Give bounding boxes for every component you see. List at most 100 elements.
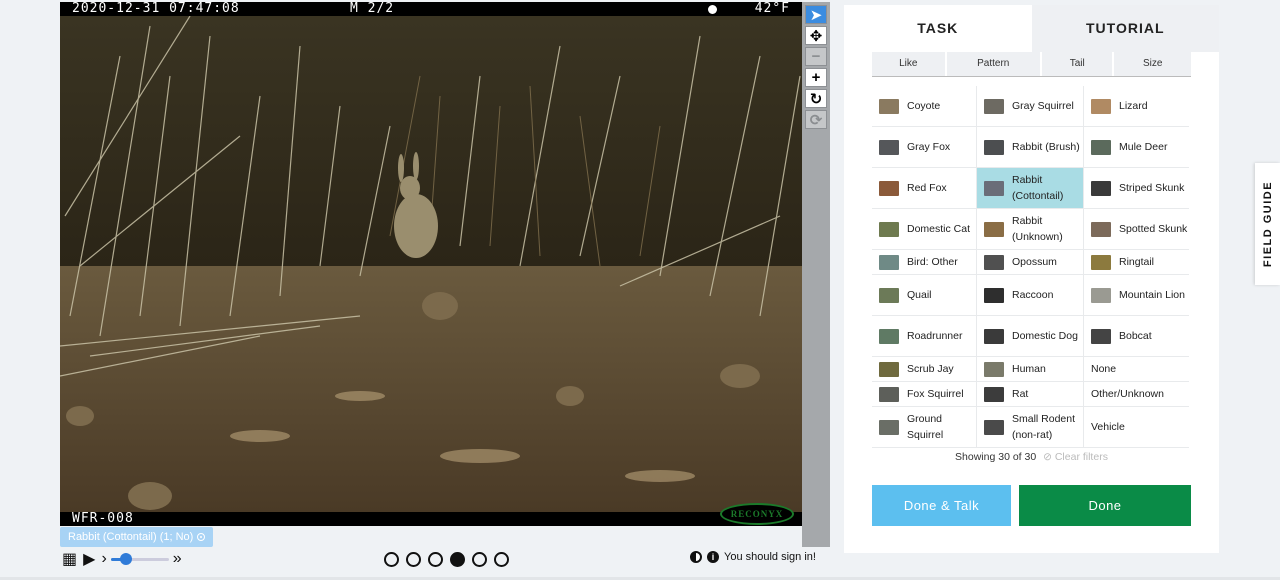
choice-mule-deer[interactable]: Mule Deer bbox=[1084, 127, 1189, 168]
choice-thumbnail bbox=[879, 419, 899, 435]
choice-quail[interactable]: Quail bbox=[872, 275, 977, 316]
panel-tabs: TASK TUTORIAL bbox=[844, 5, 1219, 52]
choice-roadrunner[interactable]: Roadrunner bbox=[872, 316, 977, 357]
choice-thumbnail bbox=[879, 221, 899, 237]
tab-task[interactable]: TASK bbox=[844, 5, 1032, 52]
choice-thumbnail bbox=[984, 328, 1004, 344]
filter-tail[interactable]: Tail bbox=[1041, 52, 1113, 76]
contrast-icon[interactable] bbox=[690, 551, 702, 563]
choice-rat[interactable]: Rat bbox=[977, 382, 1084, 407]
choice-thumbnail bbox=[1091, 287, 1111, 303]
choice-opossum[interactable]: Opossum bbox=[977, 250, 1084, 275]
choice-thumbnail bbox=[984, 419, 1004, 435]
species-choices: Coyote Gray Squirrel Lizard Gray Fox Rabbit … bbox=[872, 86, 1191, 448]
choice-bobcat[interactable]: Bobcat bbox=[1084, 316, 1189, 357]
choice-label: Rabbit (Unknown) bbox=[1012, 215, 1063, 243]
frame-dot[interactable] bbox=[494, 552, 509, 567]
choice-scrub-jay[interactable]: Scrub Jay bbox=[872, 357, 977, 382]
choice-gray-fox[interactable]: Gray Fox bbox=[872, 127, 977, 168]
frame-dot[interactable] bbox=[428, 552, 443, 567]
annotation-dot-icon bbox=[197, 533, 206, 541]
move-tool-icon[interactable]: ✥ bbox=[805, 26, 827, 45]
choice-thumbnail bbox=[984, 180, 1004, 196]
photo-info-bar: 2020-12-31 07:47:08 M 2/2 42°F bbox=[60, 2, 802, 16]
camera-trap-photo[interactable]: 2020-12-31 07:47:08 M 2/2 42°F WFR-008 R… bbox=[60, 2, 802, 526]
filter-pattern[interactable]: Pattern bbox=[946, 52, 1040, 76]
sign-in-notice: i You should sign in! bbox=[690, 551, 816, 563]
filter-like[interactable]: Like bbox=[872, 52, 945, 76]
choice-thumbnail bbox=[984, 386, 1004, 402]
choice-lizard[interactable]: Lizard bbox=[1084, 86, 1189, 127]
choice-ringtail[interactable]: Ringtail bbox=[1084, 250, 1189, 275]
info-icon[interactable]: i bbox=[707, 551, 719, 563]
choice-human[interactable]: Human bbox=[977, 357, 1084, 382]
choice-rabbit-unknown[interactable]: Rabbit (Unknown) bbox=[977, 209, 1084, 250]
zoom-in-icon[interactable]: + bbox=[805, 68, 827, 87]
choice-label: Opossum bbox=[1012, 256, 1057, 268]
scene-image bbox=[60, 16, 802, 512]
choice-thumbnail bbox=[1091, 328, 1111, 344]
frame-dot[interactable] bbox=[406, 552, 421, 567]
choice-spotted-skunk[interactable]: Spotted Skunk bbox=[1084, 209, 1189, 250]
zoom-out-icon[interactable]: − bbox=[805, 47, 827, 66]
filter-bar: Like Pattern Tail Size bbox=[872, 52, 1191, 77]
choice-label: Domestic Cat bbox=[907, 223, 971, 235]
choice-small-rodent-non-rat[interactable]: Small Rodent (non-rat) bbox=[977, 407, 1084, 448]
choice-label: Gray Fox bbox=[907, 141, 951, 153]
field-guide-tab[interactable]: FIELD GUIDE bbox=[1255, 163, 1280, 285]
rotate-icon[interactable]: ↻ bbox=[805, 89, 827, 108]
annotation-chip[interactable]: Rabbit (Cottontail) (1; No) bbox=[60, 527, 214, 547]
choice-rabbit-cottontail[interactable]: Rabbit (Cottontail) bbox=[977, 168, 1084, 209]
choice-label: Quail bbox=[907, 289, 932, 301]
clear-filters-link[interactable]: ⊘ Clear filters bbox=[1043, 451, 1108, 463]
frame-dot[interactable] bbox=[450, 552, 465, 567]
frame-selector bbox=[384, 552, 509, 567]
choice-label: Striped Skunk bbox=[1119, 182, 1185, 194]
choice-label: None bbox=[1091, 363, 1117, 375]
choice-label: Fox Squirrel bbox=[907, 388, 964, 400]
pointer-tool-icon[interactable]: ➤ bbox=[805, 5, 827, 24]
choice-thumbnail bbox=[984, 287, 1004, 303]
choice-thumbnail bbox=[879, 254, 899, 270]
done-and-talk-button[interactable]: Done & Talk bbox=[872, 485, 1011, 526]
fast-forward-icon[interactable]: » bbox=[173, 550, 182, 568]
choice-coyote[interactable]: Coyote bbox=[872, 86, 977, 127]
playback-controls: ▦ ▶ › » bbox=[62, 549, 188, 569]
sign-in-text[interactable]: You should sign in! bbox=[724, 551, 816, 563]
choice-label: Spotted Skunk bbox=[1119, 223, 1188, 235]
choice-thumbnail bbox=[1091, 221, 1111, 237]
choice-striped-skunk[interactable]: Striped Skunk bbox=[1084, 168, 1189, 209]
choice-ground-squirrel[interactable]: Ground Squirrel bbox=[872, 407, 977, 448]
choice-other-unknown[interactable]: Other/Unknown bbox=[1084, 382, 1189, 407]
choice-label: Mule Deer bbox=[1119, 141, 1168, 153]
frame-dot[interactable] bbox=[472, 552, 487, 567]
grid-view-icon[interactable]: ▦ bbox=[62, 549, 77, 569]
step-icon[interactable]: › bbox=[101, 550, 106, 568]
choice-domestic-dog[interactable]: Domestic Dog bbox=[977, 316, 1084, 357]
choice-domestic-cat[interactable]: Domestic Cat bbox=[872, 209, 977, 250]
play-icon[interactable]: ▶ bbox=[83, 549, 95, 569]
choice-rabbit-brush[interactable]: Rabbit (Brush) bbox=[977, 127, 1084, 168]
choice-bird-other[interactable]: Bird: Other bbox=[872, 250, 977, 275]
choice-label: Ground Squirrel bbox=[907, 413, 944, 441]
done-button[interactable]: Done bbox=[1019, 485, 1191, 526]
task-panel: TASK TUTORIAL Like Pattern Tail Size Coy… bbox=[844, 5, 1219, 553]
choice-red-fox[interactable]: Red Fox bbox=[872, 168, 977, 209]
choice-none[interactable]: None bbox=[1084, 357, 1189, 382]
clear-filters-label: Clear filters bbox=[1054, 451, 1108, 463]
choice-label: Bird: Other bbox=[907, 256, 958, 268]
frame-dot[interactable] bbox=[384, 552, 399, 567]
choice-label: Roadrunner bbox=[907, 330, 963, 342]
filter-size[interactable]: Size bbox=[1114, 52, 1191, 76]
choice-vehicle[interactable]: Vehicle bbox=[1084, 407, 1189, 448]
choice-raccoon[interactable]: Raccoon bbox=[977, 275, 1084, 316]
tab-tutorial[interactable]: TUTORIAL bbox=[1031, 5, 1219, 52]
speed-slider[interactable] bbox=[110, 553, 169, 565]
reset-icon[interactable]: ⟳ bbox=[805, 110, 827, 129]
choice-fox-squirrel[interactable]: Fox Squirrel bbox=[872, 382, 977, 407]
choice-thumbnail bbox=[879, 180, 899, 196]
choice-gray-squirrel[interactable]: Gray Squirrel bbox=[977, 86, 1084, 127]
choice-thumbnail bbox=[984, 254, 1004, 270]
slider-handle[interactable] bbox=[119, 553, 132, 565]
choice-mountain-lion[interactable]: Mountain Lion bbox=[1084, 275, 1189, 316]
